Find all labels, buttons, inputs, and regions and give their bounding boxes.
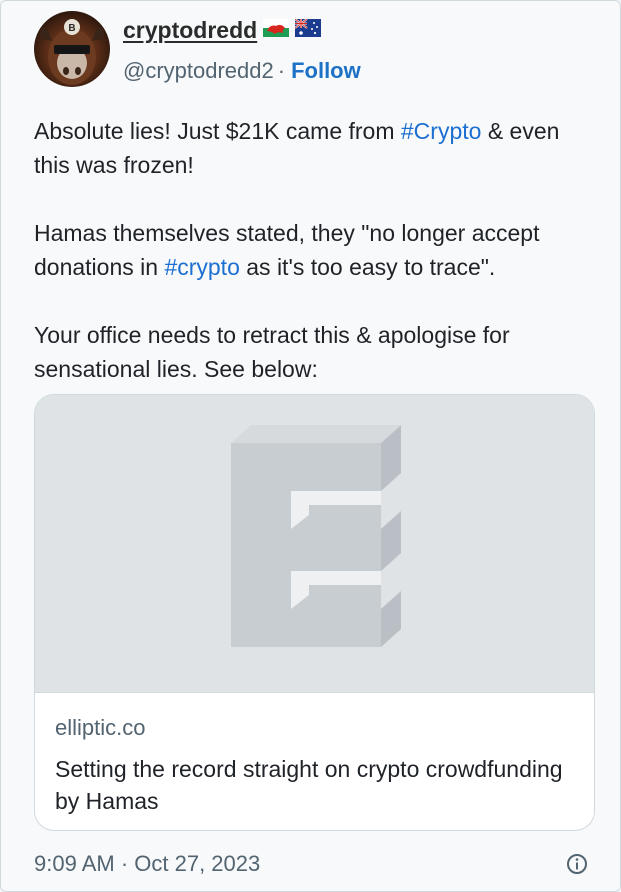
author-handle-row: @cryptodredd2 · Follow bbox=[123, 58, 361, 84]
card-title: Setting the record straight on crypto cr… bbox=[55, 756, 563, 814]
elliptic-logo-icon bbox=[231, 425, 401, 647]
hashtag-link[interactable]: #crypto bbox=[164, 254, 239, 280]
card-image[interactable] bbox=[35, 395, 594, 692]
tweet-timestamp[interactable]: 9:09 AM · Oct 27, 2023 bbox=[34, 851, 260, 877]
author-handle[interactable]: @cryptodredd2 bbox=[123, 58, 274, 84]
tweet-text-segment: Absolute lies! Just $21K came from bbox=[34, 118, 401, 144]
author-display-name[interactable]: cryptodredd bbox=[123, 17, 257, 44]
tweet-card: B cryptodredd @cryptodredd2 · Follow Abs… bbox=[0, 0, 621, 892]
card-meta[interactable]: elliptic.co Setting the record straight … bbox=[35, 692, 594, 817]
info-icon[interactable] bbox=[566, 853, 588, 875]
tweet-paragraph: Hamas themselves stated, they "no longer… bbox=[34, 216, 594, 284]
hashtag-link[interactable]: #Crypto bbox=[401, 118, 482, 144]
avatar[interactable]: B bbox=[34, 11, 110, 87]
card-domain: elliptic.co bbox=[55, 715, 146, 740]
tweet-text: Absolute lies! Just $21K came from #Cryp… bbox=[34, 114, 594, 386]
svg-text:B: B bbox=[68, 23, 75, 34]
australia-flag-icon bbox=[294, 18, 322, 42]
author-name-row: cryptodredd bbox=[123, 17, 322, 44]
tweet-paragraph: Your office needs to retract this & apol… bbox=[34, 322, 510, 382]
tweet-paragraph: Absolute lies! Just $21K came from #Cryp… bbox=[34, 114, 594, 182]
link-preview-card[interactable]: elliptic.co Setting the record straight … bbox=[34, 394, 595, 831]
tweet-text-segment: as it's too easy to trace". bbox=[239, 254, 496, 280]
wales-flag-icon bbox=[263, 19, 290, 42]
handle-separator: · bbox=[277, 58, 286, 83]
avatar-image: B bbox=[39, 19, 105, 85]
follow-button[interactable]: Follow bbox=[291, 58, 361, 84]
